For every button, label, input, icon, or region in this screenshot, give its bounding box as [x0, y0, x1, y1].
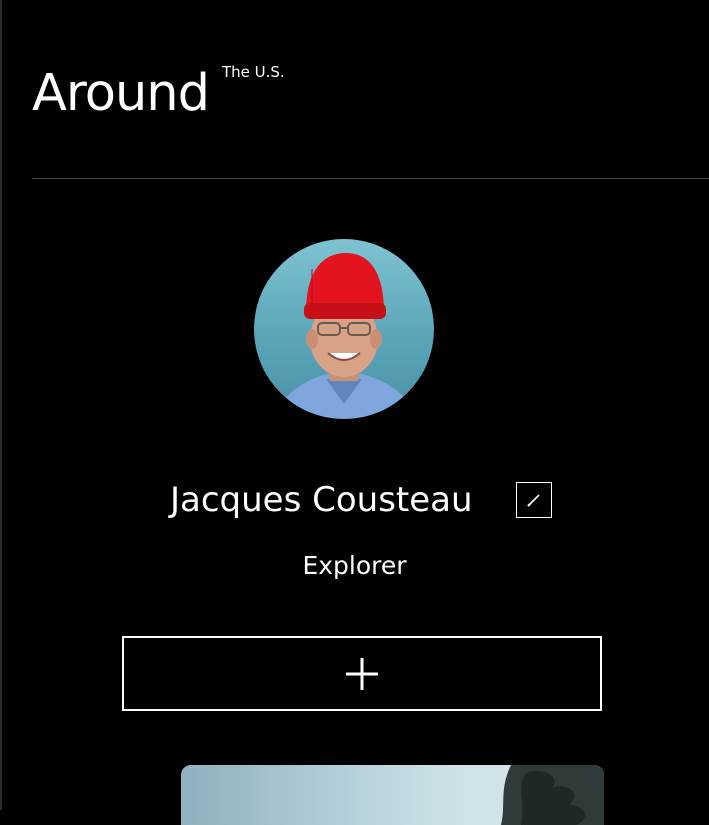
pencil-icon [527, 494, 540, 507]
add-card-button[interactable] [122, 636, 602, 711]
edit-profile-button[interactable] [516, 482, 552, 518]
plus-icon [346, 658, 378, 690]
card-image[interactable] [181, 765, 604, 825]
avatar-photo [254, 239, 434, 419]
page-left-border [0, 0, 2, 810]
profile-about: Explorer [302, 551, 407, 580]
logo-title: Around [32, 64, 210, 123]
profile-name: Jacques Cousteau [170, 480, 473, 520]
header-divider [32, 178, 709, 179]
card-photo [181, 765, 604, 825]
logo-superscript: The U.S. [222, 63, 285, 81]
profile-avatar[interactable] [254, 239, 434, 419]
profile-name-row: Jacques Cousteau [0, 476, 709, 526]
